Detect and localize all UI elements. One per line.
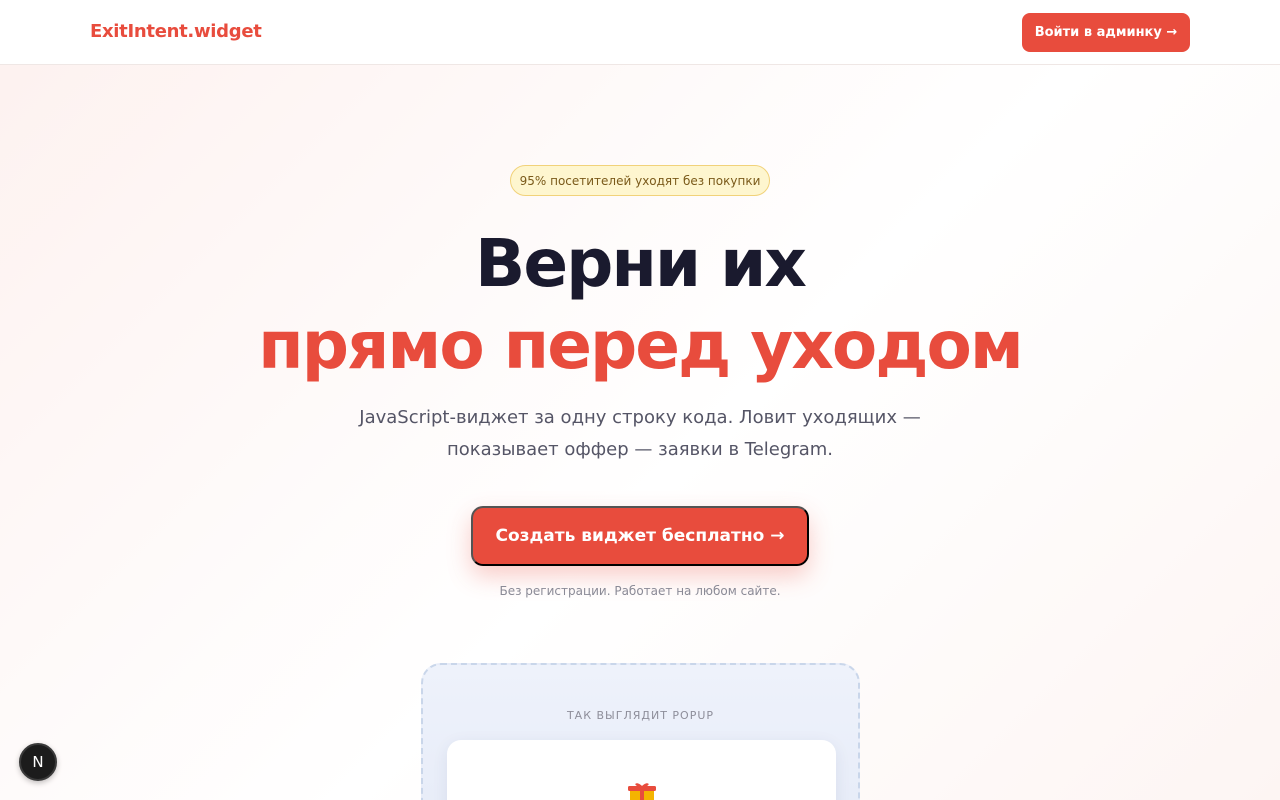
- site-header: ExitIntent.widget Войти в админку →: [0, 0, 1280, 65]
- logo[interactable]: ExitIntent.widget: [90, 21, 262, 42]
- hero-title-line1: Верни их: [475, 225, 807, 302]
- popup-preview: ТАК ВЫГЛЯДИТ POPUP: [421, 663, 860, 800]
- admin-login-button[interactable]: Войти в админку →: [1022, 13, 1190, 52]
- hero-subtitle-line2: показывает оффер — заявки в Telegram.: [447, 439, 833, 460]
- preview-label: ТАК ВЫГЛЯДИТ POPUP: [566, 709, 715, 722]
- hero-subtitle: JavaScript-виджет за одну строку кода. Л…: [340, 402, 940, 466]
- hero-subtitle-line1: JavaScript-виджет за одну строку кода. Л…: [359, 407, 921, 428]
- gift-icon: [628, 783, 656, 800]
- stat-badge: 95% посетителей уходят без покупки: [510, 165, 770, 196]
- next-dev-badge[interactable]: N: [19, 743, 57, 781]
- create-widget-button[interactable]: Создать виджет бесплатно →: [471, 506, 809, 566]
- hero-title-line2: прямо перед уходом: [258, 307, 1024, 384]
- cta-note: Без регистрации. Работает на любом сайте…: [499, 584, 781, 598]
- popup-card: [447, 740, 836, 800]
